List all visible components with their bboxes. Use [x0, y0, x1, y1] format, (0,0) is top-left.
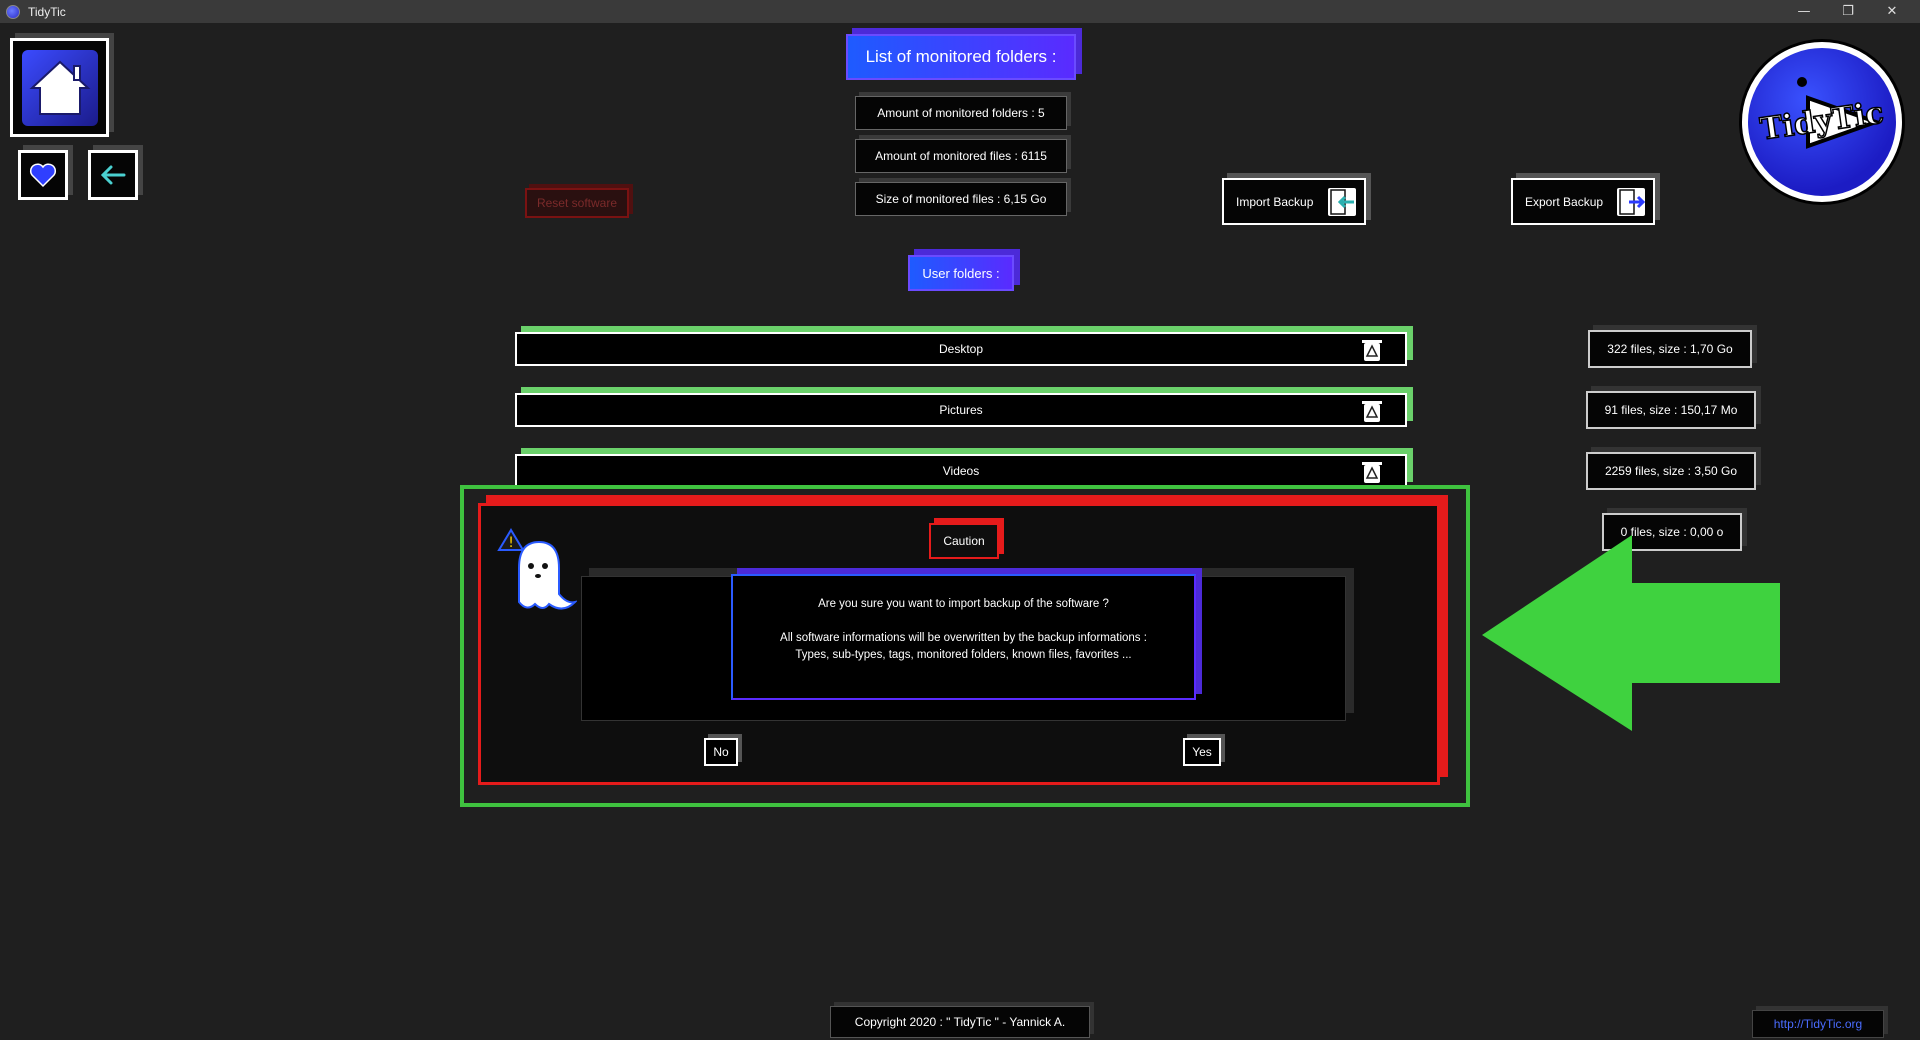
message-details: Types, sub-types, tags, monitored folder… [795, 649, 1132, 661]
title-bar: TidyTic — ❐ ✕ [0, 0, 1920, 23]
svg-text:!: ! [508, 535, 514, 551]
message-warning: All software informations will be overwr… [780, 632, 1147, 644]
caution-title: Caution [929, 523, 999, 559]
export-backup-label: Export Backup [1525, 194, 1604, 209]
trash-icon[interactable] [1361, 338, 1383, 362]
home-button[interactable] [10, 38, 109, 137]
folder-stats-videos: 2259 files, size : 3,50 Go [1586, 452, 1756, 490]
trash-icon[interactable] [1361, 399, 1383, 423]
folder-name: Pictures [939, 403, 983, 417]
stat-file-count: Amount of monitored files : 6115 [855, 139, 1067, 173]
import-backup-button[interactable]: Import Backup [1222, 178, 1366, 225]
minimize-button[interactable]: — [1782, 0, 1826, 23]
folder-stats-pictures: 91 files, size : 150,17 Mo [1586, 391, 1756, 429]
import-backup-label: Import Backup [1236, 194, 1314, 209]
stat-total-size: Size of monitored files : 6,15 Go [855, 182, 1067, 216]
export-icon [1617, 187, 1646, 216]
folder-stats-desktop: 322 files, size : 1,70 Go [1588, 330, 1752, 368]
user-folders-label: User folders : [908, 255, 1014, 291]
folder-name: Desktop [938, 342, 984, 356]
reset-software-button[interactable]: Reset software [525, 188, 629, 218]
favorites-button[interactable] [18, 150, 68, 200]
caution-dialog: ! Caution Are you sure you want to impor… [478, 503, 1440, 785]
folder-name: Videos [942, 464, 980, 478]
tidytic-logo: TidyTic [1742, 42, 1902, 202]
ghost-warning-icon: ! [497, 528, 577, 610]
export-backup-button[interactable]: Export Backup [1511, 178, 1655, 225]
restore-button[interactable]: ❐ [1826, 0, 1870, 23]
dialog-message: Are you sure you want to import backup o… [731, 574, 1196, 700]
big-arrow-left-icon [1482, 535, 1780, 731]
folder-row-pictures[interactable]: Pictures [515, 393, 1407, 427]
monitored-folders-title: List of monitored folders : [846, 34, 1076, 80]
window-title: TidyTic [28, 4, 66, 19]
close-button[interactable]: ✕ [1870, 0, 1914, 23]
trash-icon[interactable] [1361, 460, 1383, 484]
folder-row-videos[interactable]: Videos [515, 454, 1407, 488]
stat-folder-count: Amount of monitored folders : 5 [855, 96, 1067, 130]
folder-row-desktop[interactable]: Desktop [515, 332, 1407, 366]
app-icon [6, 4, 20, 19]
home-icon [21, 49, 98, 126]
copyright-notice: Copyright 2020 : " TidyTic " - Yannick A… [830, 1006, 1090, 1038]
heart-icon [29, 163, 57, 188]
import-icon [1328, 187, 1356, 216]
no-button[interactable]: No [704, 738, 738, 766]
yes-button[interactable]: Yes [1183, 738, 1221, 766]
arrow-left-icon [100, 165, 126, 185]
website-link[interactable]: http://TidyTic.org [1752, 1010, 1884, 1038]
back-button[interactable] [88, 150, 138, 200]
message-question: Are you sure you want to import backup o… [818, 598, 1109, 610]
